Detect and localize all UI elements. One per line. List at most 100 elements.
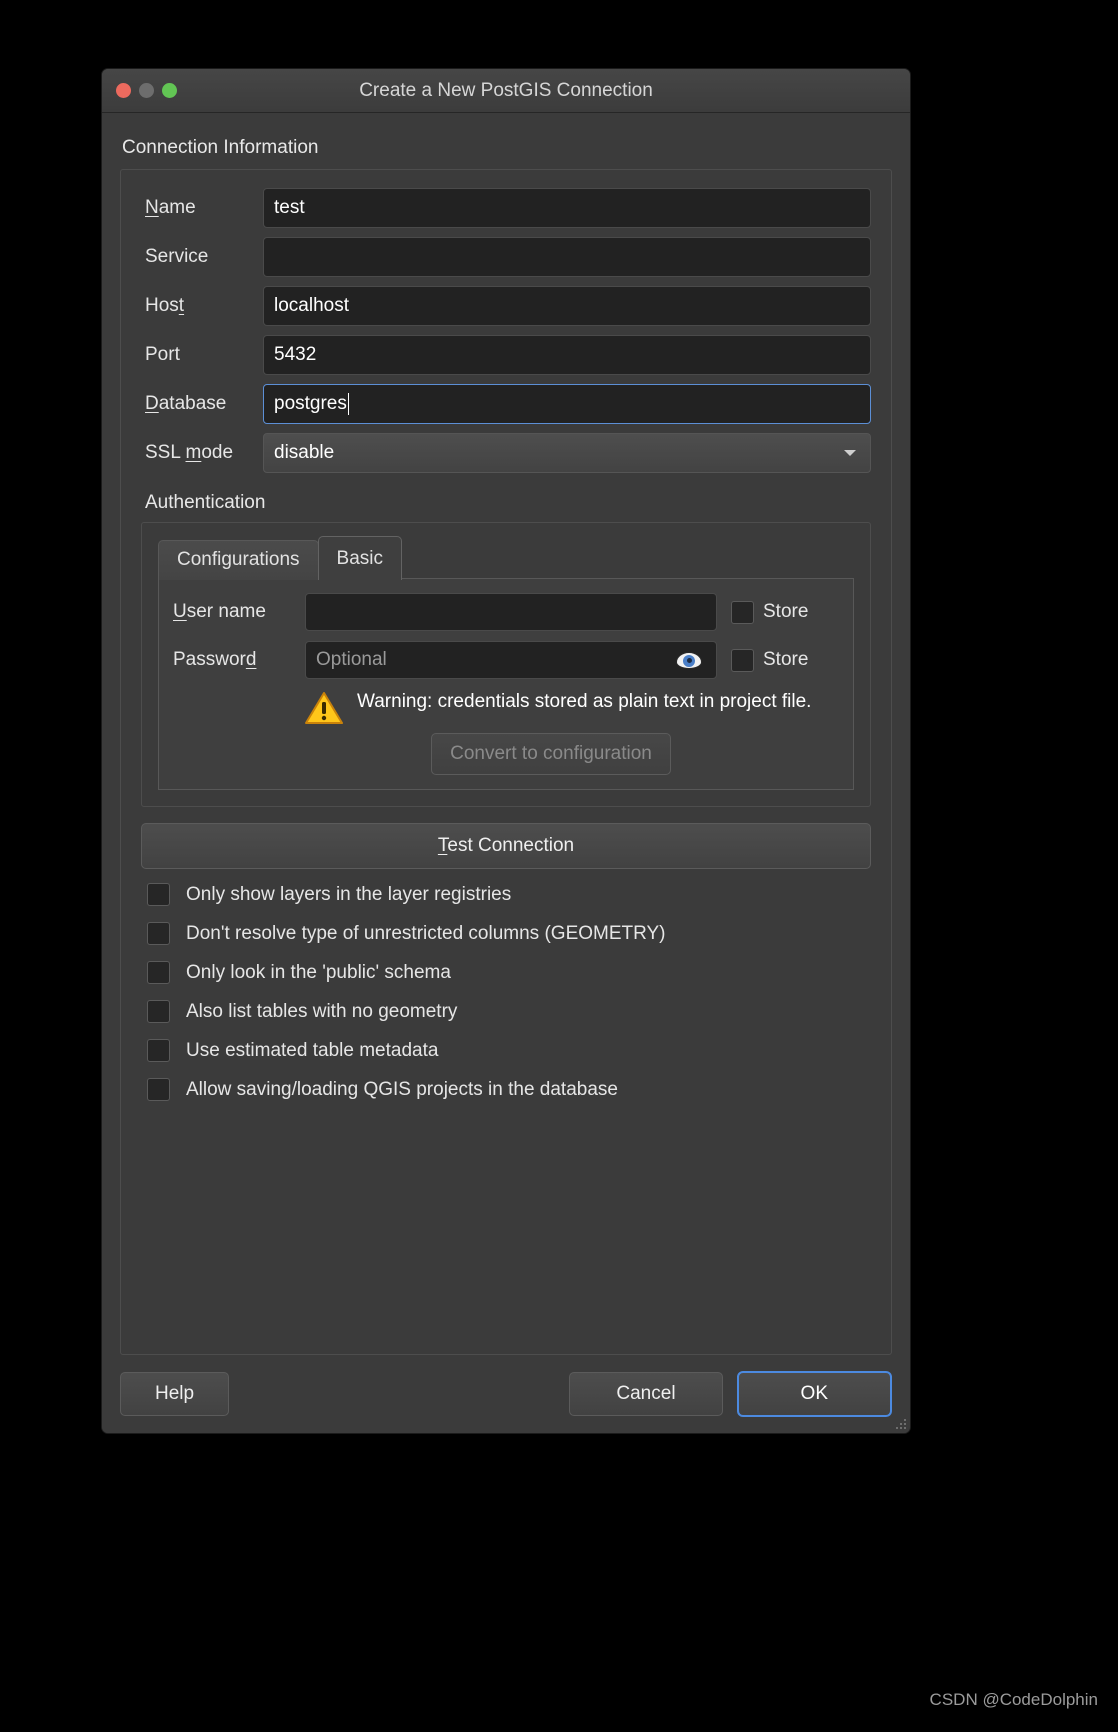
option-label: Only show layers in the layer registries	[186, 883, 512, 905]
option-dont-resolve-unrestricted-columns[interactable]: Don't resolve type of unrestricted colum…	[141, 922, 871, 945]
label-host-pre: Hos	[145, 295, 179, 316]
auth-row-username: User name Store	[173, 593, 839, 631]
connection-information-heading: Connection Information	[122, 137, 319, 158]
footer-actions: Cancel OK	[569, 1371, 892, 1417]
dialog-body: Connection Information Name test Service…	[102, 113, 910, 1355]
cancel-button[interactable]: Cancel	[569, 1372, 723, 1416]
option-label: Only look in the 'public' schema	[186, 961, 451, 983]
close-window-icon[interactable]	[116, 83, 131, 98]
label-ssl-accel: m	[185, 442, 202, 463]
password-store-group[interactable]: Store	[731, 648, 839, 672]
authentication-heading: Authentication	[145, 492, 266, 513]
database-input-value: postgres	[274, 393, 347, 414]
convert-button-wrap: Convert to configuration	[173, 733, 839, 775]
dialog-footer: Help Cancel OK	[102, 1355, 910, 1433]
watermark: CSDN @CodeDolphin	[929, 1690, 1098, 1709]
option-label: Use estimated table metadata	[186, 1039, 439, 1061]
ssl-mode-value: disable	[274, 442, 335, 463]
tab-basic[interactable]: Basic	[317, 536, 402, 580]
field-row-database: Database postgres	[141, 384, 871, 424]
ok-button[interactable]: OK	[736, 1371, 892, 1417]
password-store-label: Store	[763, 649, 809, 670]
username-store-checkbox[interactable]	[731, 600, 754, 624]
label-ssl-mode: SSL mode	[141, 442, 263, 464]
host-input-value: localhost	[274, 295, 349, 316]
label-password-accel: d	[245, 649, 257, 670]
checkbox-use-estimated-metadata[interactable]	[147, 1039, 170, 1062]
label-username-rest: ser name	[186, 601, 266, 622]
database-input[interactable]: postgres	[263, 384, 871, 424]
checkbox-only-public-schema[interactable]	[147, 961, 170, 984]
label-password-pre: Passwor	[173, 649, 246, 670]
help-button[interactable]: Help	[120, 1372, 230, 1416]
auth-tabbar: Configurations Basic	[158, 536, 854, 580]
test-connection-rest: est Connection	[447, 835, 575, 856]
tab-configurations[interactable]: Configurations	[158, 540, 319, 580]
label-password: Password	[173, 649, 305, 671]
username-store-group[interactable]: Store	[731, 600, 839, 624]
label-database-rest: atabase	[158, 393, 227, 414]
convert-to-configuration-button[interactable]: Convert to configuration	[431, 733, 671, 775]
checkbox-only-show-layers-registries[interactable]	[147, 883, 170, 906]
label-database-accel: D	[145, 393, 159, 414]
field-row-host: Host localhost	[141, 286, 871, 326]
ssl-mode-select[interactable]: disable	[263, 433, 871, 473]
maximize-window-icon[interactable]	[162, 83, 177, 98]
credentials-warning: Warning: credentials stored as plain tex…	[305, 689, 839, 725]
label-ssl-post: ode	[201, 442, 234, 463]
chevron-down-icon	[844, 450, 856, 456]
service-input[interactable]	[263, 237, 871, 277]
authentication-group: Configurations Basic User name Store Pas…	[141, 522, 871, 807]
option-only-show-layers-registries[interactable]: Only show layers in the layer registries	[141, 883, 871, 906]
test-connection-button[interactable]: Test Connection	[141, 823, 871, 869]
field-row-ssl-mode: SSL mode disable	[141, 433, 871, 473]
resize-grip[interactable]	[893, 1416, 907, 1430]
window-titlebar[interactable]: Create a New PostGIS Connection	[102, 69, 910, 113]
text-caret	[347, 393, 349, 415]
option-label: Allow saving/loading QGIS projects in th…	[186, 1078, 618, 1100]
postgis-connection-dialog: Create a New PostGIS Connection Connecti…	[101, 68, 911, 1434]
window-controls	[116, 83, 177, 98]
eye-pupil	[686, 658, 692, 663]
port-input-value: 5432	[274, 344, 317, 365]
password-store-checkbox[interactable]	[731, 648, 754, 672]
label-username-accel: U	[173, 601, 187, 622]
password-input[interactable]: Optional	[305, 641, 717, 679]
credentials-warning-text: Warning: credentials stored as plain tex…	[357, 691, 812, 712]
label-ssl-pre: SSL	[145, 442, 186, 463]
name-input[interactable]: test	[263, 188, 871, 228]
auth-row-password: Password Optional Store	[173, 641, 839, 679]
checkbox-dont-resolve-unrestricted-columns[interactable]	[147, 922, 170, 945]
label-host-accel: t	[178, 295, 185, 316]
label-name: Name	[141, 197, 263, 219]
label-database: Database	[141, 393, 263, 415]
auth-basic-panel: User name Store Password Optional Store …	[158, 579, 854, 790]
port-input[interactable]: 5432	[263, 335, 871, 375]
label-username: User name	[173, 601, 305, 623]
option-label: Don't resolve type of unrestricted colum…	[186, 922, 666, 944]
host-input[interactable]: localhost	[263, 286, 871, 326]
option-allow-saving-projects[interactable]: Allow saving/loading QGIS projects in th…	[141, 1078, 871, 1101]
warning-triangle-icon	[305, 691, 343, 725]
option-label: Also list tables with no geometry	[186, 1000, 458, 1022]
checkbox-also-list-tables-no-geometry[interactable]	[147, 1000, 170, 1023]
window-title: Create a New PostGIS Connection	[359, 79, 653, 101]
option-only-public-schema[interactable]: Only look in the 'public' schema	[141, 961, 871, 984]
option-use-estimated-metadata[interactable]: Use estimated table metadata	[141, 1039, 871, 1062]
username-input[interactable]	[305, 593, 717, 631]
field-row-service: Service	[141, 237, 871, 277]
option-also-list-tables-no-geometry[interactable]: Also list tables with no geometry	[141, 1000, 871, 1023]
password-placeholder: Optional	[316, 649, 387, 670]
tabbar-filler	[402, 578, 854, 579]
username-store-label: Store	[763, 601, 809, 622]
label-port: Port	[145, 344, 180, 365]
name-input-value: test	[274, 197, 305, 218]
test-connection-accel: T	[437, 835, 448, 856]
label-service: Service	[145, 246, 209, 267]
label-name-rest: ame	[158, 197, 196, 218]
label-name-accel: N	[145, 197, 159, 218]
eye-icon[interactable]	[676, 651, 702, 669]
checkbox-allow-saving-projects[interactable]	[147, 1078, 170, 1101]
label-host: Host	[141, 295, 263, 317]
minimize-window-icon[interactable]	[139, 83, 154, 98]
